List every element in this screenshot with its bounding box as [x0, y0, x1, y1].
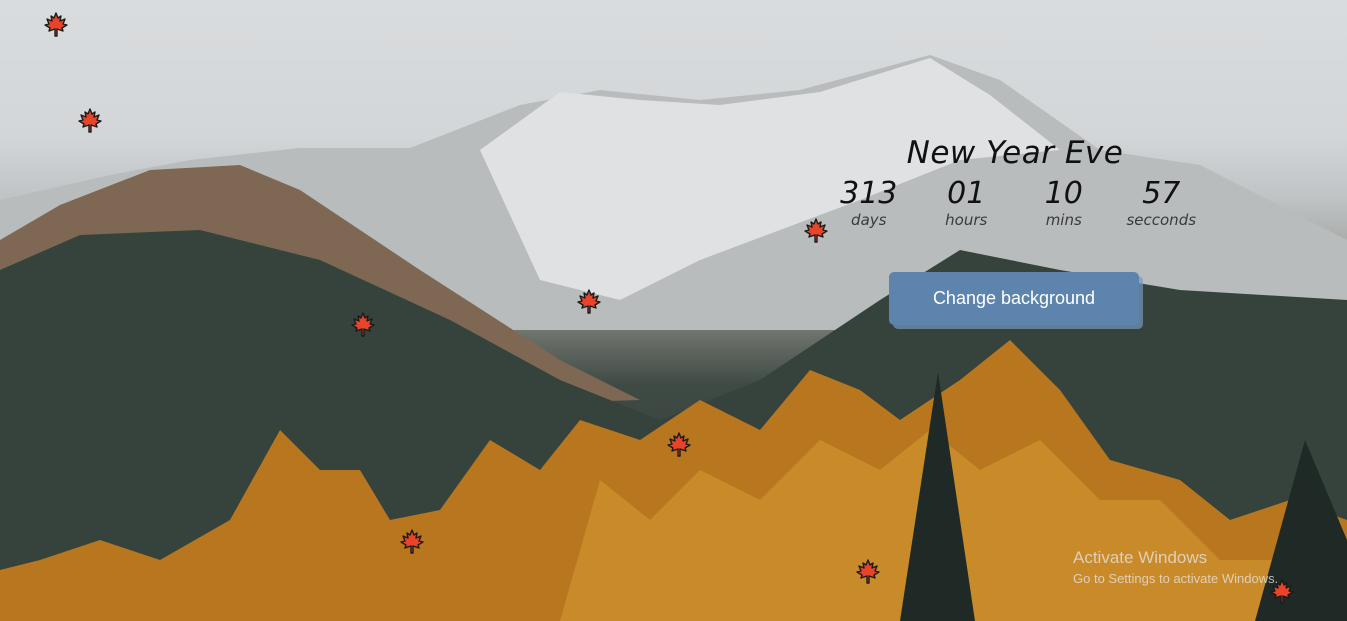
maple-leaf-icon	[803, 218, 829, 244]
maple-leaf-icon	[666, 432, 692, 458]
days-label: days	[851, 211, 887, 229]
seconds-label: secconds	[1126, 211, 1197, 229]
countdown-days: 313 days	[820, 176, 918, 230]
mountain-scene	[0, 55, 1347, 621]
activate-windows-title: Activate Windows	[1073, 548, 1208, 567]
mins-label: mins	[1045, 211, 1082, 229]
hours-label: hours	[945, 211, 988, 229]
maple-leaf-icon	[43, 12, 69, 38]
mins-value: 10	[1044, 176, 1083, 211]
countdown-title: New Year Eve	[906, 135, 1124, 171]
maple-leaf-icon	[855, 559, 881, 585]
countdown-seconds: 57 secconds	[1113, 176, 1211, 230]
maple-leaf-icon	[399, 529, 425, 555]
maple-leaf-icon	[350, 312, 376, 338]
activate-windows-subtitle: Go to Settings to activate Windows.	[1073, 571, 1279, 586]
maple-leaf-icon	[77, 108, 103, 134]
background-landscape	[0, 0, 1347, 621]
hours-value: 01	[947, 176, 986, 211]
seconds-value: 57	[1142, 176, 1181, 211]
maple-leaf-icon	[576, 289, 602, 315]
countdown-units: 313 days 01 hours 10 mins 57 secconds	[820, 176, 1211, 230]
countdown-mins: 10 mins	[1015, 176, 1113, 230]
change-background-button[interactable]: Change background	[889, 272, 1139, 325]
countdown-hours: 01 hours	[918, 176, 1016, 230]
countdown-timer: New Year Eve 313 days 01 hours 10 mins 5…	[820, 135, 1210, 229]
activate-windows-watermark: Activate Windows Go to Settings to activ…	[1073, 548, 1278, 586]
days-value: 313	[840, 176, 898, 211]
